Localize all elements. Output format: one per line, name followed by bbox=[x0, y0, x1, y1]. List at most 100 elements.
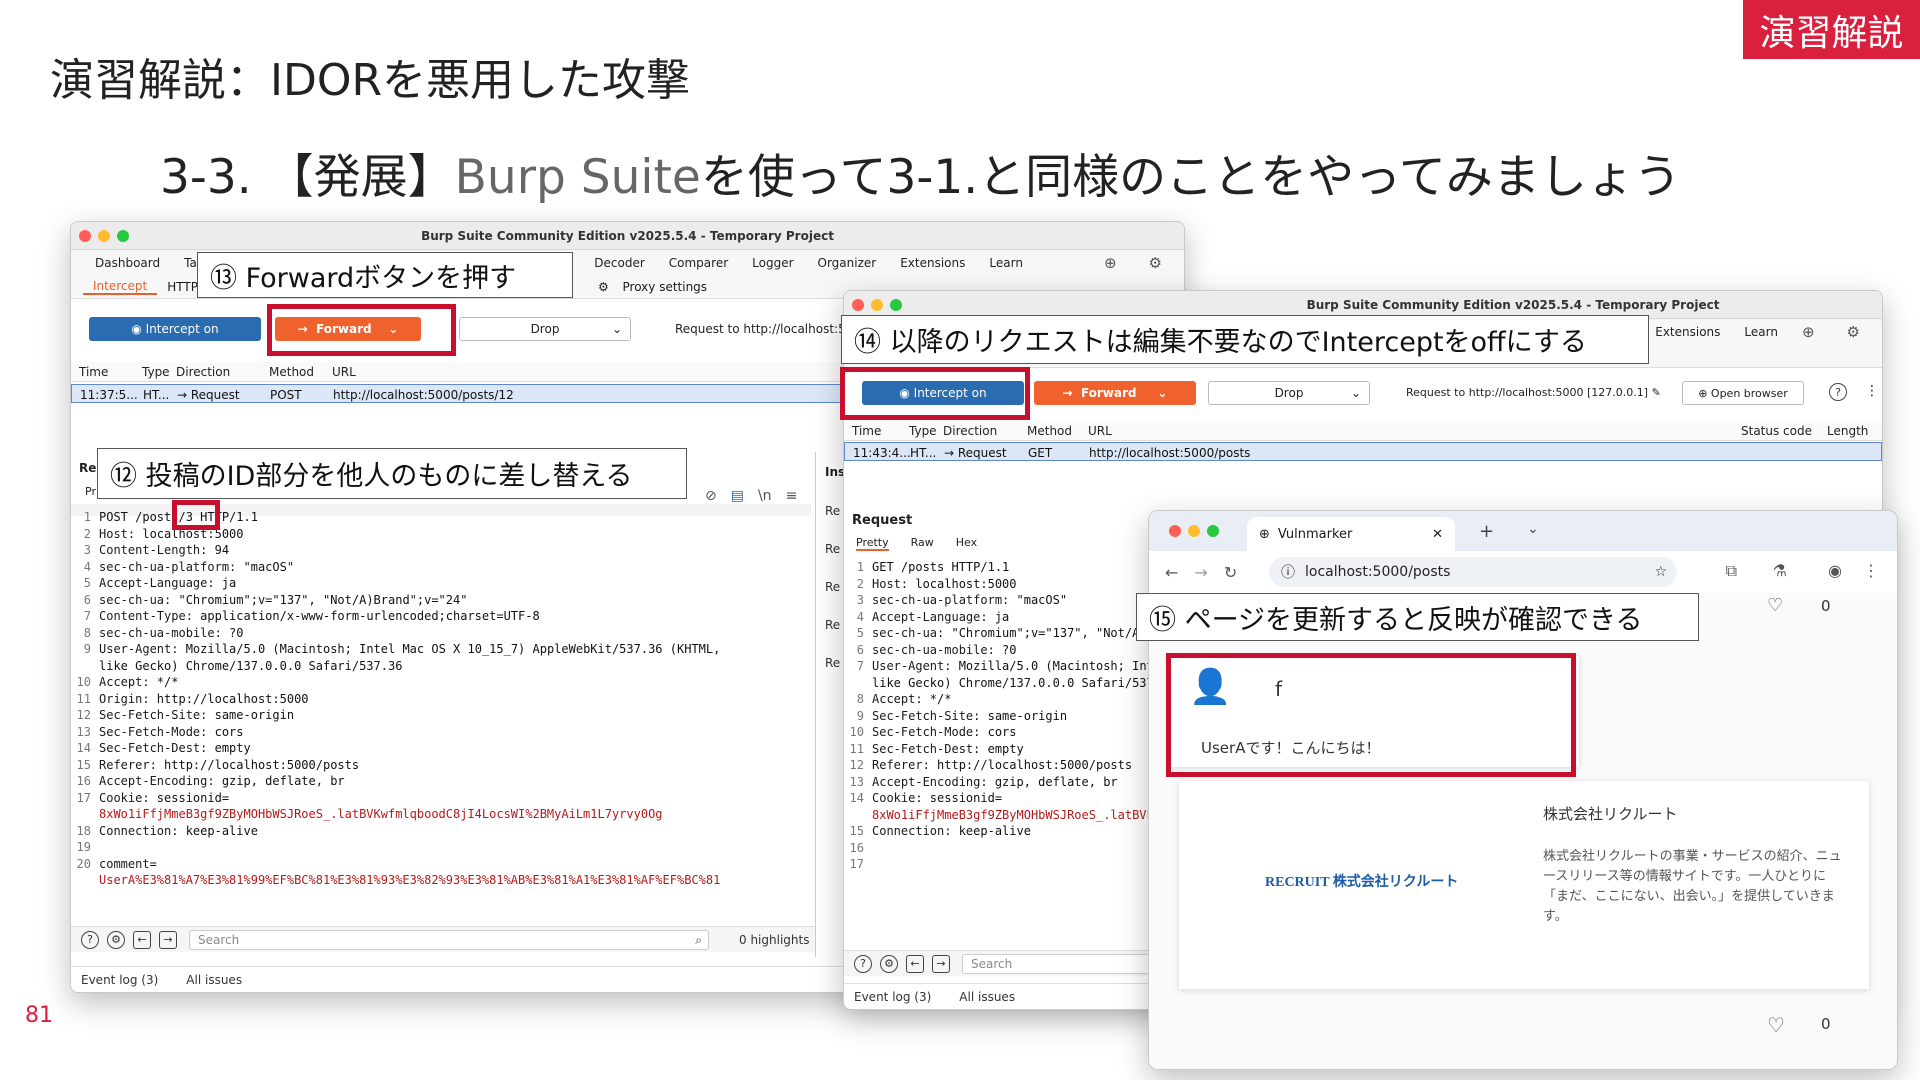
more-vert-icon[interactable]: ⋮ bbox=[1865, 383, 1879, 401]
col-status-code[interactable]: Status code bbox=[1741, 424, 1812, 438]
forward-button[interactable]: → Forward ⌄ bbox=[1034, 381, 1196, 405]
profile-icon[interactable]: ◉ bbox=[1828, 561, 1842, 580]
close-window-icon[interactable] bbox=[1169, 525, 1181, 537]
col-direction[interactable]: Direction bbox=[176, 365, 230, 379]
arrow-left-icon[interactable]: ← bbox=[133, 930, 151, 949]
gear-icon[interactable]: ⚙ bbox=[1137, 254, 1174, 272]
wrap-icon[interactable]: ▤ bbox=[731, 488, 744, 504]
back-icon[interactable]: ← bbox=[1165, 563, 1178, 582]
col-type[interactable]: Type bbox=[142, 365, 170, 379]
col-type[interactable]: Type bbox=[909, 424, 937, 438]
pretty-tab[interactable]: Pr bbox=[85, 485, 96, 498]
address-bar[interactable]: ⓘ localhost:5000/posts ☆ bbox=[1269, 557, 1677, 587]
close-tab-icon[interactable]: ✕ bbox=[1432, 527, 1443, 542]
newline-icon[interactable]: \n bbox=[758, 488, 772, 504]
code-line[interactable]: 8 sec-ch-ua-mobile: ?0 bbox=[71, 625, 811, 642]
col-direction[interactable]: Direction bbox=[943, 424, 997, 438]
lab-icon[interactable]: ⚗ bbox=[1773, 561, 1787, 580]
extensions-icon[interactable]: ⧉ bbox=[1726, 561, 1737, 581]
code-line[interactable]: 3 Content-Length: 94 bbox=[71, 542, 811, 559]
menu-organizer[interactable]: Organizer bbox=[806, 256, 889, 270]
menu-extensions[interactable]: Extensions bbox=[888, 256, 977, 270]
code-line[interactable]: 16 Accept-Encoding: gzip, deflate, br bbox=[71, 773, 811, 790]
menu-logger[interactable]: Logger bbox=[740, 256, 805, 270]
menu-comparer[interactable]: Comparer bbox=[657, 256, 740, 270]
code-line[interactable]: 8xWo1iFfjMmeB3gf9ZByMOHbWSJRoeS_.latBVKw… bbox=[71, 806, 811, 823]
code-line[interactable]: like Gecko) Chrome/137.0.0.0 Safari/537.… bbox=[71, 658, 811, 675]
drop-button[interactable]: Drop ⌄ bbox=[1208, 381, 1370, 405]
browser-tab[interactable]: ⊕ Vulnmarker ✕ bbox=[1247, 517, 1455, 551]
info-icon[interactable]: ⓘ bbox=[1281, 562, 1295, 582]
close-window-icon[interactable] bbox=[79, 230, 91, 242]
menu-dashboard[interactable]: Dashboard bbox=[83, 256, 172, 270]
event-log-link[interactable]: Event log (3) bbox=[81, 973, 158, 987]
code-line[interactable]: 10 Accept: */* bbox=[71, 674, 811, 691]
tab-hex[interactable]: Hex bbox=[956, 536, 977, 551]
help-icon[interactable]: ? bbox=[81, 930, 99, 949]
close-window-icon[interactable] bbox=[852, 299, 864, 311]
pane-divider[interactable] bbox=[815, 452, 816, 957]
ad-card[interactable]: RECRUIT 株式会社リクルート 株式会社リクルート 株式会社リクルートの事業… bbox=[1179, 781, 1869, 989]
forward-icon[interactable]: → bbox=[1194, 563, 1207, 582]
arrow-right-icon[interactable]: → bbox=[159, 930, 177, 949]
minimize-window-icon[interactable] bbox=[1188, 525, 1200, 537]
col-method[interactable]: Method bbox=[269, 365, 314, 379]
more-vert-icon[interactable]: ⋮ bbox=[1863, 561, 1879, 580]
table-row[interactable]: 11:43:4... HT... → Request GET http://lo… bbox=[844, 442, 1882, 461]
search-icon[interactable]: ⌕ bbox=[695, 933, 702, 948]
heart-icon[interactable]: ♡ bbox=[1767, 1013, 1785, 1037]
inspector-section[interactable]: Re bbox=[825, 542, 840, 556]
tab-search-icon[interactable]: ⌄ bbox=[1527, 521, 1539, 537]
code-line[interactable]: 19 bbox=[71, 839, 811, 856]
eye-off-icon[interactable]: ⊘ bbox=[705, 488, 717, 504]
col-method[interactable]: Method bbox=[1027, 424, 1072, 438]
code-line[interactable]: 18 Connection: keep-alive bbox=[71, 823, 811, 840]
maximize-window-icon[interactable] bbox=[890, 299, 902, 311]
request-editor[interactable]: 1 POST /posts/3 HTTP/1.1 2 Host: localhost:… bbox=[71, 509, 811, 889]
inspector-section[interactable]: Re bbox=[825, 618, 840, 632]
maximize-window-icon[interactable] bbox=[1207, 525, 1219, 537]
settings-icon[interactable]: ⚙ bbox=[107, 930, 125, 949]
minimize-window-icon[interactable] bbox=[871, 299, 883, 311]
chevron-down-icon[interactable]: ⌄ bbox=[1157, 386, 1167, 400]
inspector-section[interactable]: Re bbox=[825, 580, 840, 594]
tab-raw[interactable]: Raw bbox=[911, 536, 934, 551]
minimize-window-icon[interactable] bbox=[98, 230, 110, 242]
new-tab-icon[interactable]: + bbox=[1479, 521, 1494, 542]
chevron-down-icon[interactable]: ⌄ bbox=[1351, 386, 1361, 400]
all-issues-link[interactable]: All issues bbox=[186, 973, 242, 987]
col-time[interactable]: Time bbox=[852, 424, 881, 438]
tab-intercept[interactable]: Intercept bbox=[83, 279, 158, 295]
open-browser-button[interactable]: ⊕ Open browser bbox=[1682, 381, 1804, 405]
code-line[interactable]: UserA%E3%81%A7%E3%81%99%EF%BC%81%E3%81%9… bbox=[71, 872, 811, 889]
help-icon[interactable]: ? bbox=[854, 954, 872, 973]
code-line[interactable]: 9 User-Agent: Mozilla/5.0 (Macintosh; Int… bbox=[71, 641, 811, 658]
code-line[interactable]: 7 Content-Type: application/x-www-form-ur… bbox=[71, 608, 811, 625]
proxy-settings-link[interactable]: ⚙ Proxy settings bbox=[588, 280, 727, 294]
chevron-down-icon[interactable]: ⌄ bbox=[612, 322, 622, 336]
inspector-section[interactable]: Re bbox=[825, 656, 840, 670]
globe-icon[interactable]: ⊕ bbox=[1790, 323, 1827, 341]
code-line[interactable]: 4 sec-ch-ua-platform: "macOS" bbox=[71, 559, 811, 576]
globe-icon[interactable]: ⊕ bbox=[1092, 254, 1129, 272]
settings-icon[interactable]: ⚙ bbox=[880, 954, 898, 973]
col-url[interactable]: URL bbox=[1088, 424, 1112, 438]
star-icon[interactable]: ☆ bbox=[1654, 564, 1667, 580]
code-line[interactable]: 15 Referer: http://localhost:5000/posts bbox=[71, 757, 811, 774]
code-line[interactable]: 11 Origin: http://localhost:5000 bbox=[71, 691, 811, 708]
code-line[interactable]: 6 sec-ch-ua: "Chromium";v="137", "Not/A)B… bbox=[71, 592, 811, 609]
code-line[interactable]: 12 Sec-Fetch-Site: same-origin bbox=[71, 707, 811, 724]
event-log-link[interactable]: Event log (3) bbox=[854, 990, 931, 1004]
drop-button[interactable]: Drop ⌄ bbox=[459, 317, 631, 341]
reload-icon[interactable]: ↻ bbox=[1224, 563, 1237, 582]
menu-extensions[interactable]: Extensions bbox=[1643, 325, 1732, 339]
inspector-section[interactable]: Re bbox=[825, 504, 840, 518]
col-url[interactable]: URL bbox=[332, 365, 356, 379]
edit-icon[interactable]: ✎ bbox=[1652, 386, 1661, 399]
code-line[interactable]: 17 Cookie: sessionid= bbox=[71, 790, 811, 807]
menu-decoder[interactable]: Decoder bbox=[582, 256, 657, 270]
code-line[interactable]: 5 Accept-Language: ja bbox=[71, 575, 811, 592]
heart-icon[interactable]: ♡ bbox=[1767, 595, 1783, 616]
menu-learn[interactable]: Learn bbox=[1732, 325, 1790, 339]
menu-learn[interactable]: Learn bbox=[977, 256, 1035, 270]
